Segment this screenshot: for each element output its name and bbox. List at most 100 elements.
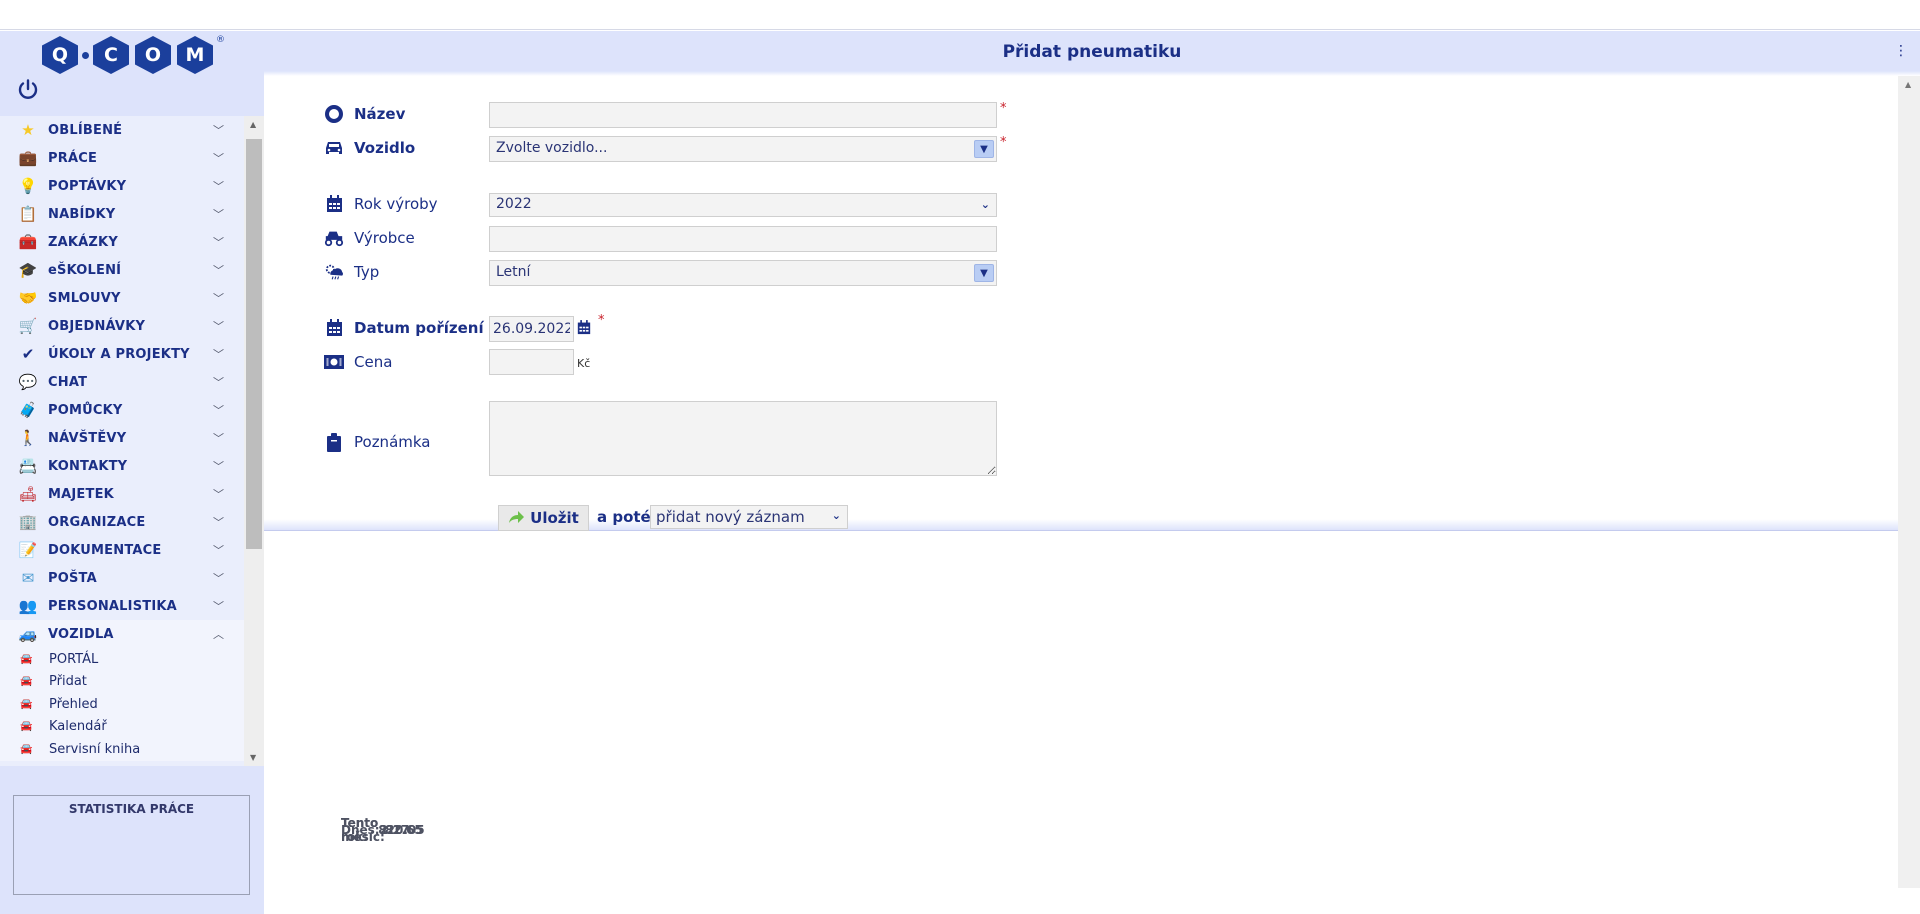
sidebar-menu: ★ OBLÍBENÉ ﹀ 💼 PRÁCE ﹀ 💡 POPTÁVKY ﹀ 📋 NABÍDKY ﹀ 🧰 ZAK… (0, 116, 244, 766)
chevron-down-icon[interactable]: ﹀ (213, 570, 224, 586)
vozidlo-select[interactable]: Zvolte vozidlo... ▼ (489, 136, 997, 162)
sidebar-item-label: NABÍDKY (48, 206, 116, 222)
scrollbar-thumb[interactable] (246, 139, 262, 549)
nazev-input[interactable] (489, 102, 997, 128)
sidebar-item-label: KONTAKTY (48, 458, 128, 474)
sidebar-item-label: eŠKOLENÍ (48, 262, 122, 278)
field-row-datum-porizeni: Datum pořízení (324, 318, 489, 338)
share-arrow-icon (508, 509, 525, 528)
datum-porizeni-label: Datum pořízení (354, 319, 484, 337)
sidebar-item-kontakty[interactable]: 📇 KONTAKTY ﹀ (0, 452, 244, 480)
lightbulb-icon: 💡 (18, 177, 38, 195)
typ-selected-value: Letní (496, 264, 531, 280)
document-icon: 📝 (18, 541, 38, 559)
sidebar-item-vozidla[interactable]: 🚙 VOZIDLA ︿ (0, 620, 244, 648)
sidebar-item-organizace[interactable]: 🏢 ORGANIZACE ﹀ (0, 508, 244, 536)
chevron-up-icon[interactable]: ︿ (213, 626, 224, 642)
datum-porizeni-input[interactable] (489, 316, 574, 342)
sidebar-item-poptavky[interactable]: 💡 POPTÁVKY ﹀ (0, 172, 244, 200)
graduation-cap-icon: 🎓 (18, 261, 38, 279)
submenu-item-servisni-kniha[interactable]: 🚘 Servisní kniha (0, 738, 244, 761)
sidebar-item-objednavky[interactable]: 🛒 OBJEDNÁVKY ﹀ (0, 312, 244, 340)
field-row-rok-vyroby: Rok výroby (324, 194, 489, 214)
chevron-down-icon[interactable]: ﹀ (213, 542, 224, 558)
submenu-item-prehled[interactable]: 🚘 Přehled (0, 693, 244, 716)
sidebar-scrollbar[interactable]: ▲ ▼ (244, 116, 264, 766)
page-scrollbar[interactable]: ▲ (1898, 76, 1920, 888)
sidebar-item-label: MAJETEK (48, 486, 114, 502)
sidebar-item-label: VOZIDLA (48, 626, 114, 642)
currency-unit: Kč (577, 357, 591, 370)
chevron-down-icon[interactable]: ﹀ (213, 290, 224, 306)
armchair-icon: 🛋 (18, 485, 38, 503)
chevron-down-icon[interactable]: ﹀ (213, 178, 224, 194)
sidebar-item-prace[interactable]: 💼 PRÁCE ﹀ (0, 144, 244, 172)
sidebar-item-personalistika[interactable]: 👥 PERSONALISTIKA ﹀ (0, 592, 244, 620)
sidebar-item-nabidky[interactable]: 📋 NABÍDKY ﹀ (0, 200, 244, 228)
sidebar-item-eskoleni[interactable]: 🎓 eŠKOLENÍ ﹀ (0, 256, 244, 284)
required-marker: * (1000, 135, 1007, 150)
rok-vyroby-select[interactable]: 2022 ⌄ (489, 193, 997, 217)
after-save-action-select[interactable]: přidat nový záznam ⌄ (650, 505, 848, 529)
dropdown-chevron-icon[interactable]: ▼ (974, 140, 994, 158)
chevron-down-icon: ⌄ (980, 198, 990, 211)
scroll-up-arrow-icon[interactable]: ▲ (250, 120, 256, 129)
vozidlo-selected-value: Zvolte vozidlo... (496, 140, 608, 156)
car-small-icon: 🚘 (20, 721, 33, 733)
case-icon: 🧰 (18, 233, 38, 251)
cena-input[interactable] (489, 349, 574, 375)
submenu-item-kalendar[interactable]: 🚘 Kalendář (0, 716, 244, 739)
chevron-down-icon[interactable]: ﹀ (213, 514, 224, 530)
sidebar-item-ukoly-a-projekty[interactable]: ✔ ÚKOLY A PROJEKTY ﹀ (0, 340, 244, 368)
chevron-down-icon[interactable]: ﹀ (213, 206, 224, 222)
scroll-down-arrow-icon[interactable]: ▼ (250, 753, 256, 762)
sidebar-item-label: OBJEDNÁVKY (48, 318, 146, 334)
submenu-item-portal[interactable]: 🚘 PORTÁL (0, 648, 244, 671)
sidebar-item-label: ZAKÁZKY (48, 234, 118, 250)
submenu-label: PORTÁL (49, 651, 99, 667)
chevron-down-icon[interactable]: ﹀ (213, 122, 224, 138)
sidebar-item-pomucky[interactable]: 🧳 POMŮCKY ﹀ (0, 396, 244, 424)
logo-letter-c: C (93, 36, 129, 74)
chevron-down-icon[interactable]: ﹀ (213, 150, 224, 166)
more-options-icon[interactable]: ⋮ (1894, 43, 1908, 59)
chat-bubble-icon: 💬 (18, 373, 38, 391)
save-button[interactable]: Uložit (498, 505, 589, 531)
sidebar-item-label: POŠTA (48, 570, 97, 586)
car-small-icon: 🚘 (20, 743, 33, 755)
dropdown-chevron-icon[interactable]: ▼ (974, 264, 994, 282)
chevron-down-icon[interactable]: ﹀ (213, 458, 224, 474)
sidebar-item-zakazky[interactable]: 🧰 ZAKÁZKY ﹀ (0, 228, 244, 256)
stats-title: STATISTIKA PRÁCE (68, 802, 195, 816)
sidebar-item-label: NÁVŠTĚVY (48, 430, 127, 446)
sidebar-item-chat[interactable]: 💬 CHAT ﹀ (0, 368, 244, 396)
stats-row-year: Tento rok: 820.05 (338, 816, 427, 844)
power-logout-icon[interactable] (16, 78, 40, 102)
vyrobce-input[interactable] (489, 226, 997, 252)
chevron-down-icon[interactable]: ﹀ (213, 402, 224, 418)
sidebar-item-navstevy[interactable]: 🚶 NÁVŠTĚVY ﹀ (0, 424, 244, 452)
chevron-down-icon[interactable]: ﹀ (213, 374, 224, 390)
chevron-down-icon[interactable]: ﹀ (213, 486, 224, 502)
sidebar-item-majetek[interactable]: 🛋 MAJETEK ﹀ (0, 480, 244, 508)
chevron-down-icon[interactable]: ﹀ (213, 346, 224, 362)
sidebar-item-dokumentace[interactable]: 📝 DOKUMENTACE ﹀ (0, 536, 244, 564)
date-picker-icon[interactable] (577, 320, 591, 339)
chevron-down-icon[interactable]: ﹀ (213, 430, 224, 446)
chevron-down-icon[interactable]: ﹀ (213, 234, 224, 250)
sidebar-item-smlouvy[interactable]: 🤝 SMLOUVY ﹀ (0, 284, 244, 312)
sidebar-item-label: PERSONALISTIKA (48, 598, 177, 614)
briefcase-icon: 💼 (18, 149, 38, 167)
scroll-up-arrow-icon[interactable]: ▲ (1905, 80, 1911, 89)
chevron-down-icon[interactable]: ﹀ (213, 318, 224, 334)
chevron-down-icon[interactable]: ﹀ (213, 598, 224, 614)
sidebar-item-posta[interactable]: ✉ POŠTA ﹀ (0, 564, 244, 592)
poznamka-textarea[interactable] (489, 401, 997, 476)
sidebar-item-oblibene[interactable]: ★ OBLÍBENÉ ﹀ (0, 116, 244, 144)
submenu-item-pridat[interactable]: 🚘 Přidat (0, 671, 244, 694)
qcom-logo[interactable]: Q C O M ® (42, 35, 225, 75)
task-clipboard-icon: ✔ (21, 345, 35, 363)
typ-select[interactable]: Letní ▼ (489, 260, 997, 286)
sidebar-item-label: ORGANIZACE (48, 514, 146, 530)
chevron-down-icon[interactable]: ﹀ (213, 262, 224, 278)
